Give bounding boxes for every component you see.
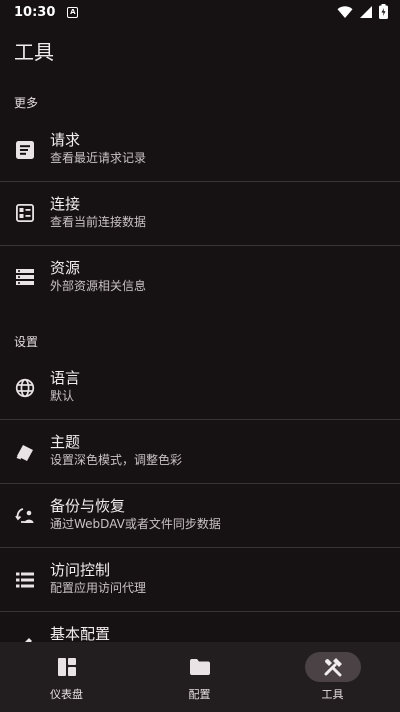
wifi-icon [337,5,353,18]
menu-item-resources[interactable]: 资源 外部资源相关信息 [0,246,400,309]
bottom-navigation: 仪表盘 配置 工具 [0,642,400,712]
menu-title: 语言 [50,369,81,387]
menu-title: 资源 [50,259,81,277]
request-list-icon [14,139,36,161]
connections-icon [14,202,36,224]
nav-item-tools[interactable]: 工具 [266,642,399,712]
globe-icon [14,377,36,399]
menu-item-backup[interactable]: 备份与恢复 通过WebDAV或者文件同步数据 [0,484,400,547]
menu-item-requests[interactable]: 请求 查看最近请求记录 [0,118,400,181]
page-title: 工具 [14,40,54,64]
menu-title: 备份与恢复 [50,497,126,515]
nav-label-config: 配置 [188,688,211,701]
notification-icon: A [67,6,79,18]
section-label-more: 更多 [14,96,39,110]
backup-restore-icon [14,505,36,527]
menu-subtitle: 配置应用访问代理 [50,581,147,595]
nav-item-config[interactable]: 配置 [133,642,266,712]
menu-item-basic-config[interactable]: 基本配置 [0,612,400,642]
menu-title: 基本配置 [50,625,111,642]
section-label-settings: 设置 [14,335,39,349]
menu-item-access-control[interactable]: 访问控制 配置应用访问代理 [0,548,400,611]
access-list-icon [14,569,36,591]
battery-icon [379,4,388,19]
resources-icon [14,266,36,288]
menu-item-connections[interactable]: 连接 查看当前连接数据 [0,182,400,245]
menu-subtitle: 设置深色模式，调整色彩 [50,453,183,467]
menu-title: 请求 [50,131,81,149]
status-bar: 10:30 A [0,0,400,24]
nav-pill-active [304,652,361,682]
signal-icon [360,5,372,18]
menu-subtitle: 通过WebDAV或者文件同步数据 [50,517,221,531]
menu-item-language[interactable]: 语言 默认 [0,356,400,419]
menu-item-theme[interactable]: 主题 设置深色模式，调整色彩 [0,420,400,483]
nav-label-dashboard: 仪表盘 [50,688,83,701]
menu-title: 访问控制 [50,561,111,579]
menu-subtitle: 查看最近请求记录 [50,151,147,165]
palette-icon [14,441,36,463]
menu-title: 连接 [50,195,81,213]
menu-title: 主题 [50,433,81,451]
nav-pill [172,652,228,682]
folder-icon [189,659,210,675]
nav-item-dashboard[interactable]: 仪表盘 [0,642,133,712]
nav-pill [39,652,95,682]
status-time: 10:30 [14,4,56,20]
status-icons [337,4,388,19]
nav-label-tools: 工具 [321,688,344,701]
menu-subtitle: 查看当前连接数据 [50,215,147,229]
edit-icon [14,634,36,642]
menu-subtitle: 默认 [50,389,75,403]
menu-subtitle: 外部资源相关信息 [50,279,147,293]
dashboard-icon [57,658,76,676]
tools-icon [324,658,342,677]
